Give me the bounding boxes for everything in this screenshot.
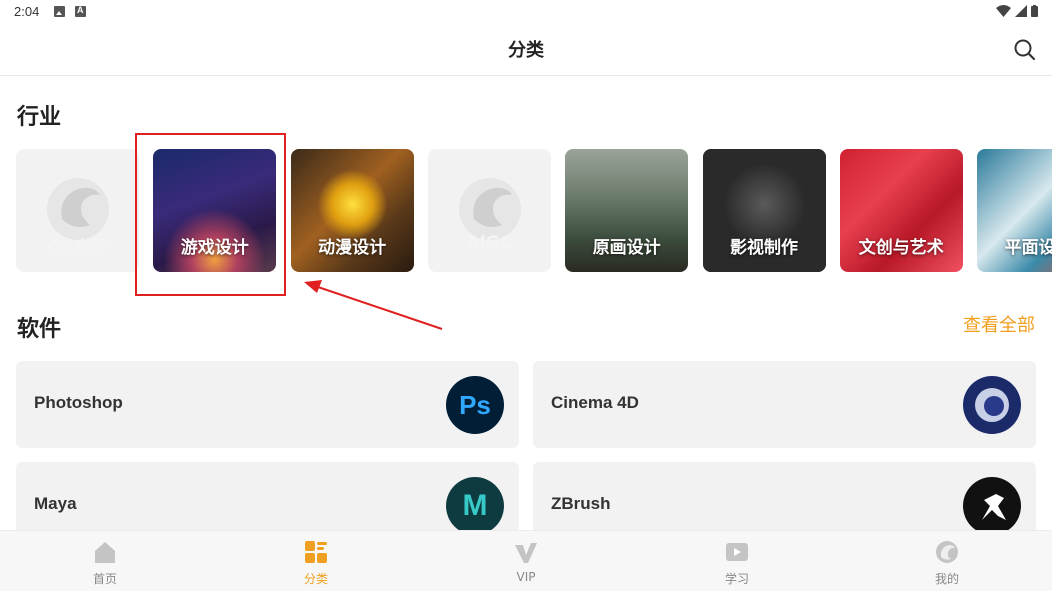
photoshop-icon: Ps [446,376,504,434]
status-indicators [996,5,1038,17]
nav-item[interactable]: 分类 [256,531,376,591]
search-icon [1014,39,1036,61]
software-label: Maya [34,494,77,513]
software-label: Photoshop [34,393,123,412]
industry-card[interactable]: 原画设计 [565,149,689,272]
search-button[interactable] [1012,37,1038,63]
industry-label: 平面设计 [1004,238,1052,258]
nav-item[interactable]: 首页 [45,531,165,591]
category-icon [305,541,327,563]
status-time: 2:04 [14,4,40,19]
industry-label: 影视制作 [730,238,798,258]
highlight-box [135,133,286,296]
industry-label: 动漫设计 [318,238,387,258]
bottom-navigation: 首页 分类 VIP 学习 我的 [0,530,1052,591]
zbrush-icon [963,477,1021,535]
software-card[interactable]: Cinema 4D [533,361,1036,448]
home-icon [95,542,115,563]
app-notification-icon [75,5,86,17]
industry-card[interactable]: CG电影 [16,149,139,272]
page-title: 分类 [508,40,544,61]
gallery-notification-icon [54,6,65,17]
cinema4d-icon [963,376,1021,434]
nav-label: VIP [516,570,536,584]
nav-item[interactable]: 我的 [887,531,1007,591]
battery-icon [1031,5,1038,17]
nav-label: 我的 [934,572,959,586]
maya-icon: M [446,477,504,535]
industry-card[interactable]: 动漫设计 [290,149,414,272]
learn-icon [726,543,748,561]
profile-icon [936,541,958,563]
status-bar: 2:04 [0,0,1052,24]
industry-card[interactable]: AIGC [427,149,551,272]
industry-label: AIGC [466,233,513,253]
top-app-bar: 分类 [0,24,1052,76]
nav-item[interactable]: VIP [466,531,586,591]
software-card[interactable]: Photoshop Ps [16,361,519,448]
wifi-icon [996,5,1011,17]
svg-text:Ps: Ps [459,390,491,420]
industry-card[interactable]: 平面设计 [977,149,1052,272]
industry-card[interactable]: 影视制作 [702,149,826,272]
industry-label: CG电影 [47,238,108,258]
vip-icon [515,543,537,563]
nav-label: 学习 [724,572,749,586]
software-label: ZBrush [551,494,611,513]
industry-label: 文创与艺术 [858,238,944,258]
nav-item[interactable]: 学习 [677,531,797,591]
industry-label: 原画设计 [592,238,661,258]
industry-section-title: 行业 [17,105,62,130]
nav-label: 分类 [303,572,328,586]
svg-text:M: M [463,489,488,522]
nav-label: 首页 [92,572,117,586]
software-section-title: 软件 [17,317,62,342]
software-label: Cinema 4D [551,393,639,412]
see-all-link[interactable]: 查看全部 [963,311,1035,337]
industry-card[interactable]: 文创与艺术 [839,149,963,272]
signal-icon [1015,5,1027,17]
